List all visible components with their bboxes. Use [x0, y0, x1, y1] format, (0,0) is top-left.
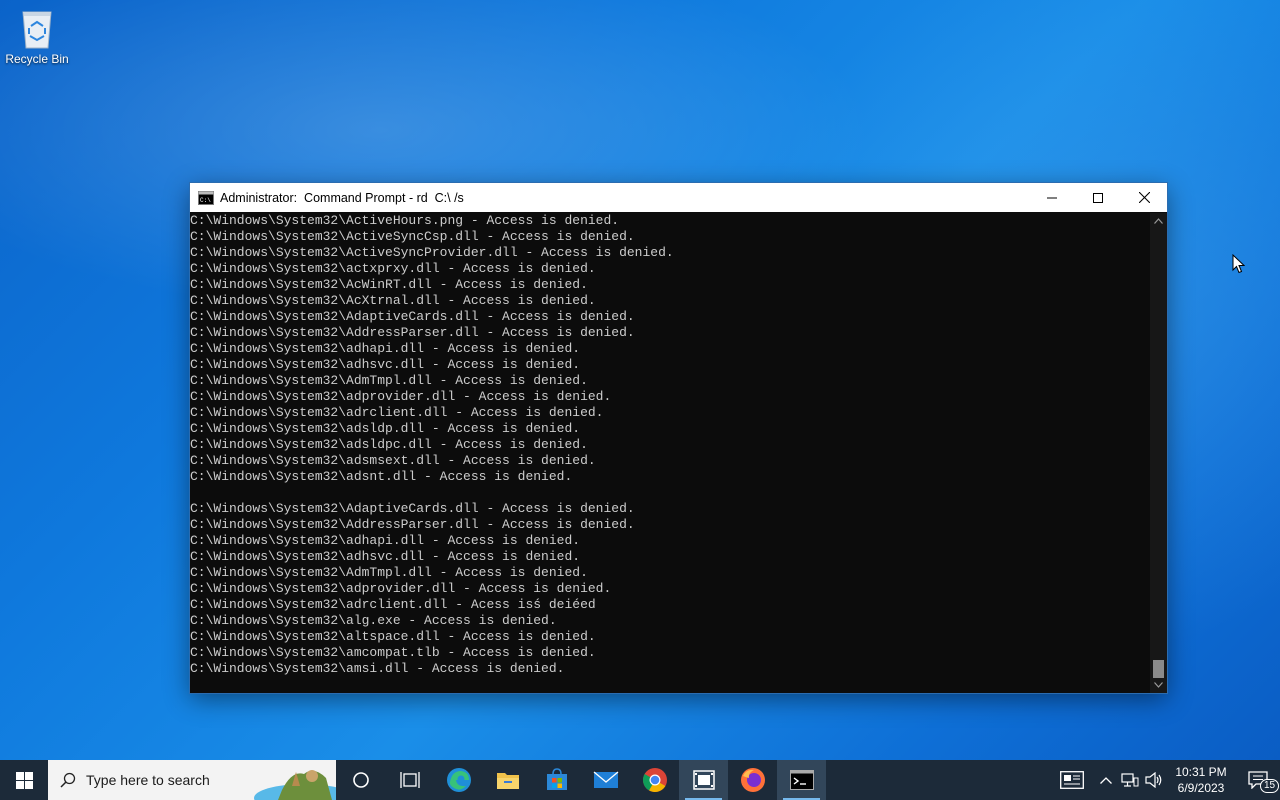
windows-logo-icon — [15, 771, 33, 789]
recycle-bin-shortcut[interactable]: Recycle Bin — [4, 6, 70, 66]
console-line: C:\Windows\System32\adhapi.dll - Access … — [190, 341, 581, 356]
chevron-up-icon — [1100, 776, 1112, 784]
show-hidden-icons-button[interactable] — [1094, 760, 1118, 800]
notification-count-badge: 15 — [1260, 779, 1280, 793]
console-line: C:\Windows\System32\AdaptiveCards.dll - … — [190, 309, 635, 324]
search-icon — [60, 772, 76, 788]
svg-text:C:\: C:\ — [200, 197, 211, 204]
news-icon — [1060, 771, 1084, 789]
firefox-button[interactable] — [728, 760, 777, 800]
file-explorer-icon — [496, 773, 519, 789]
console-line: C:\Windows\System32\actxprxy.dll - Acces… — [190, 261, 596, 276]
task-view-button[interactable] — [385, 760, 434, 800]
edge-icon — [446, 768, 471, 792]
console-line: C:\Windows\System32\adhapi.dll - Access … — [190, 533, 581, 548]
console-line: C:\Windows\System32\AdaptiveCards.dll - … — [190, 501, 635, 516]
taskbar-clock[interactable]: 10:31 PM 6/9/2023 — [1166, 764, 1236, 796]
console-line: C:\Windows\System32\adprovider.dll - Acc… — [190, 581, 612, 596]
console-line: C:\Windows\System32\alg.exe - Access is … — [190, 613, 557, 628]
store-icon — [546, 768, 567, 790]
chevron-down-icon — [1154, 682, 1163, 688]
system-tray: 10:31 PM 6/9/2023 15 — [1050, 760, 1280, 800]
console-line: C:\Windows\System32\amsi.dll - Access is… — [190, 661, 565, 676]
console-line: C:\Windows\System32\ActiveSyncCsp.dll - … — [190, 229, 635, 244]
command-prompt-icon: C:\ — [198, 190, 214, 205]
console-line: C:\Windows\System32\ActiveHours.png - Ac… — [190, 213, 620, 228]
firefox-icon — [740, 768, 765, 792]
console-line: C:\Windows\System32\adrclient.dll - Acce… — [190, 405, 604, 420]
volume-button[interactable] — [1142, 760, 1166, 800]
maximize-button[interactable] — [1075, 183, 1121, 212]
console-line: C:\Windows\System32\adsldp.dll - Access … — [190, 421, 581, 436]
file-explorer-button[interactable] — [483, 760, 532, 800]
window-title: Administrator: Command Prompt - rd C:\ /… — [220, 190, 464, 205]
maximize-icon — [1093, 192, 1103, 203]
taskbar-search-box[interactable]: Type here to search — [48, 760, 336, 800]
mail-button[interactable] — [581, 760, 630, 800]
command-prompt-icon — [789, 770, 814, 790]
recycle-bin-icon — [22, 11, 52, 49]
console-line: C:\Windows\System32\adsmsext.dll - Acces… — [190, 453, 596, 468]
chrome-icon — [642, 768, 667, 793]
console-line: C:\Windows\System32\adprovider.dll - Acc… — [190, 389, 612, 404]
console-line: C:\Windows\System32\ActiveSyncProvider.d… — [190, 245, 674, 260]
console-line: C:\Windows\System32\amcompat.tlb - Acces… — [190, 645, 596, 660]
chrome-button[interactable] — [630, 760, 679, 800]
task-view-icon — [399, 772, 420, 788]
console-line: C:\Windows\System32\AcWinRT.dll - Access… — [190, 277, 588, 292]
video-editor-icon — [692, 770, 715, 790]
window-titlebar[interactable]: C:\ Administrator: Command Prompt - rd C… — [190, 183, 1167, 212]
recycle-bin-label: Recycle Bin — [5, 52, 69, 66]
console-line: C:\Windows\System32\AddressParser.dll - … — [190, 517, 635, 532]
network-icon — [1121, 773, 1139, 787]
video-editor-button[interactable] — [679, 760, 728, 800]
console-line: C:\Windows\System32\adsnt.dll - Access i… — [190, 469, 573, 484]
console-line: C:\Windows\System32\adhsvc.dll - Access … — [190, 357, 581, 372]
cortana-icon — [352, 772, 369, 788]
console-line: C:\Windows\System32\adsldpc.dll - Access… — [190, 437, 588, 452]
edge-button[interactable] — [434, 760, 483, 800]
network-button[interactable] — [1118, 760, 1142, 800]
clock-time: 10:31 PM — [1175, 765, 1227, 779]
taskbar: Type here to search 10:31 PM 6/9/2023 15 — [0, 760, 1280, 800]
close-button[interactable] — [1121, 183, 1167, 212]
console-line: C:\Windows\System32\adrclient.dll - Aces… — [190, 597, 596, 612]
clock-date: 6/9/2023 — [1177, 781, 1225, 795]
scroll-down-button[interactable] — [1150, 677, 1167, 693]
close-icon — [1138, 192, 1150, 203]
command-prompt-window[interactable]: C:\ Administrator: Command Prompt - rd C… — [190, 183, 1167, 693]
mouse-cursor-icon — [1232, 254, 1245, 274]
search-placeholder: Type here to search — [86, 772, 210, 788]
mail-icon — [593, 771, 618, 788]
search-highlight-illustration-icon — [254, 770, 336, 800]
command-prompt-taskbar-button[interactable] — [777, 760, 826, 800]
minimize-icon — [1047, 197, 1057, 198]
console-line: C:\Windows\System32\AdmTmpl.dll - Access… — [190, 373, 588, 388]
start-button[interactable] — [0, 760, 48, 800]
chevron-up-icon — [1154, 218, 1163, 224]
scroll-thumb[interactable] — [1153, 660, 1164, 678]
store-button[interactable] — [532, 760, 581, 800]
speaker-icon — [1145, 772, 1162, 788]
console-output[interactable]: C:\Windows\System32\ActiveHours.png - Ac… — [190, 213, 1145, 693]
action-center-button[interactable]: 15 — [1236, 760, 1280, 800]
console-scrollbar[interactable] — [1150, 213, 1167, 693]
news-widget-button[interactable] — [1050, 760, 1094, 800]
minimize-button[interactable] — [1029, 183, 1075, 212]
console-line: C:\Windows\System32\AcXtrnal.dll - Acces… — [190, 293, 596, 308]
scroll-up-button[interactable] — [1150, 213, 1167, 229]
console-line: C:\Windows\System32\altspace.dll - Acces… — [190, 629, 596, 644]
console-line: C:\Windows\System32\AdmTmpl.dll - Access… — [190, 565, 588, 580]
console-line: C:\Windows\System32\AddressParser.dll - … — [190, 325, 635, 340]
console-line: C:\Windows\System32\adhsvc.dll - Access … — [190, 549, 581, 564]
cortana-button[interactable] — [336, 760, 385, 800]
